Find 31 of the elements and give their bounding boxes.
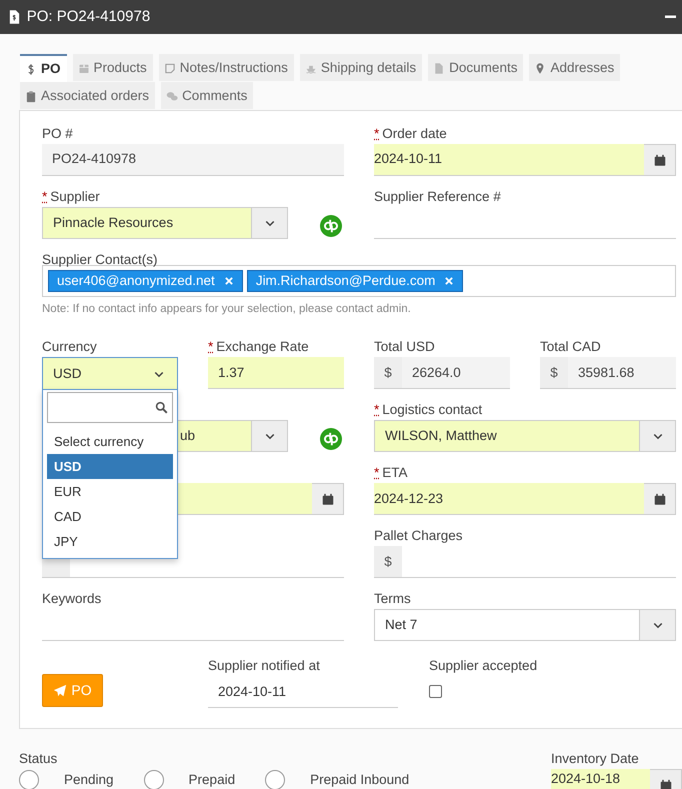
field-label: Currency <box>42 339 97 354</box>
field-label: Total CAD <box>540 339 601 354</box>
radio-label: Prepaid <box>188 772 236 788</box>
field-label: Supplier notified at <box>208 657 321 676</box>
field-label: Supplier Reference # <box>374 189 501 204</box>
required-mark: * <box>374 465 380 480</box>
radio-label: Pending <box>64 772 114 788</box>
field-label: Supplier Contact(s) <box>42 252 158 267</box>
required-mark: * <box>42 189 48 204</box>
field-label: Status <box>19 750 58 768</box>
help-text: Note: If no contact info appears for your selection, please contact admin. <box>42 302 412 317</box>
field-label: PO # <box>42 126 73 141</box>
field-label: Keywords <box>42 591 102 606</box>
field-label: Inventory Date <box>551 750 640 768</box>
field-label: Supplier <box>50 189 100 204</box>
field-label: Terms <box>374 591 411 606</box>
field-label: Exchange Rate <box>216 339 309 354</box>
currency-symbol: $ <box>374 357 402 390</box>
field-label: Total USD <box>374 339 435 354</box>
required-mark: * <box>208 339 214 354</box>
currency-symbol: $ <box>374 546 402 578</box>
field-label: Pallet Charges <box>374 528 463 544</box>
field-label: Supplier accepted <box>429 657 538 676</box>
window-title: PO: PO24-410978 <box>26 6 152 27</box>
field-label: Logistics contact <box>382 402 482 418</box>
radio-label: Prepaid Inbound <box>310 772 410 788</box>
required-mark: * <box>374 402 380 418</box>
field-label: Order date <box>382 126 447 141</box>
required-mark: * <box>374 126 380 141</box>
field-label: ETA <box>382 465 408 480</box>
currency-symbol: $ <box>540 357 568 390</box>
